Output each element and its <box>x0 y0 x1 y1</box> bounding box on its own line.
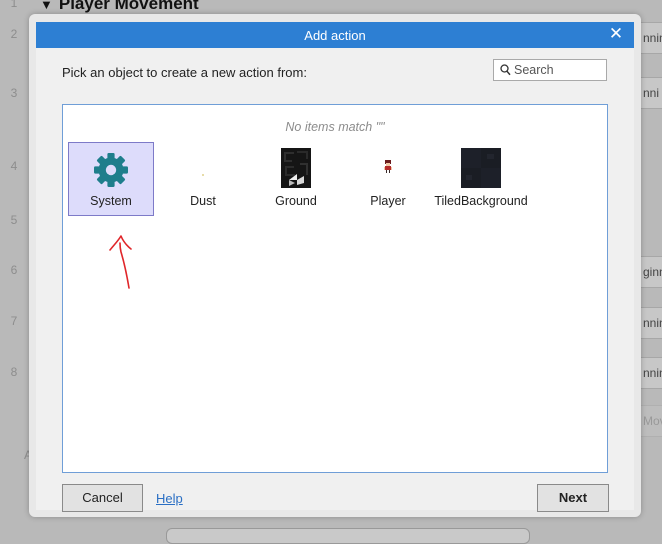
tiled-background-texture-icon <box>461 148 501 191</box>
search-input[interactable] <box>514 62 602 78</box>
object-item-ground[interactable]: Ground <box>253 142 339 216</box>
section-title: Player Movement <box>58 0 199 13</box>
add-action-dialog: Add action ✕ Pick an object to create a … <box>29 14 641 517</box>
event-block: nni <box>640 77 662 109</box>
object-label: TiledBackground <box>434 194 528 208</box>
red-arrow-annotation <box>107 232 137 299</box>
ground-tile-icon <box>281 148 311 191</box>
line-number: 8 <box>10 365 18 379</box>
instruction-text: Pick an object to create a new action fr… <box>62 65 307 80</box>
line-number: 3 <box>10 86 18 100</box>
gear-icon <box>93 152 129 191</box>
event-block: nnin <box>640 357 662 389</box>
object-item-system[interactable]: System <box>68 142 154 216</box>
event-block: nnin <box>640 307 662 339</box>
object-label: Player <box>370 194 406 208</box>
object-label: Dust <box>190 194 216 208</box>
next-button[interactable]: Next <box>537 484 609 512</box>
search-icon <box>500 64 511 79</box>
dialog-titlebar[interactable]: Add action ✕ <box>36 22 634 48</box>
object-label: System <box>90 194 132 208</box>
close-icon[interactable]: ✕ <box>608 25 624 43</box>
object-list[interactable]: No items match "" System Dust Ground Pla… <box>62 104 608 473</box>
object-item-dust[interactable]: Dust <box>160 142 246 216</box>
line-number: 4 <box>10 159 18 173</box>
event-block: nnin <box>640 22 662 54</box>
object-item-tiledbackground[interactable]: TiledBackground <box>434 142 528 216</box>
collapse-triangle-icon: ▼ <box>40 0 53 12</box>
line-number: 7 <box>10 314 18 328</box>
player-sprite-icon <box>383 160 393 177</box>
no-items-message: No items match "" <box>285 120 385 134</box>
help-link[interactable]: Help <box>156 491 183 506</box>
dialog-content: Pick an object to create a new action fr… <box>36 48 634 512</box>
object-label: Ground <box>275 194 317 208</box>
event-block: ginn <box>640 256 662 288</box>
dialog-title: Add action <box>304 28 366 43</box>
line-number: 6 <box>10 263 18 277</box>
event-block: Mov <box>640 405 662 437</box>
line-number: 2 <box>10 27 18 41</box>
object-item-player[interactable]: Player <box>345 142 431 216</box>
dust-sprite-icon <box>200 165 206 180</box>
line-number: 5 <box>10 213 18 227</box>
line-number: 1 <box>10 0 18 10</box>
background-button <box>166 528 530 544</box>
cancel-button[interactable]: Cancel <box>62 484 143 512</box>
search-box[interactable] <box>493 59 607 81</box>
